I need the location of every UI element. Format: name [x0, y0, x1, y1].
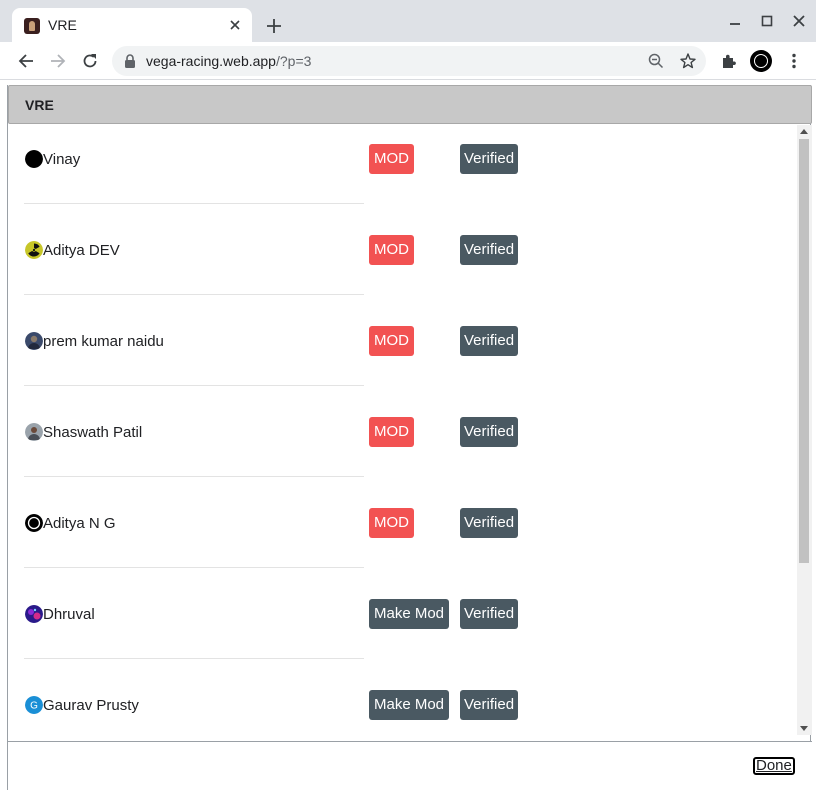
galaxy-avatar: [25, 605, 43, 623]
close-tab-icon[interactable]: [226, 16, 244, 34]
member-list[interactable]: Vinay MOD Verified Aditya DEV MOD Verifi…: [8, 125, 796, 743]
member-row: prem kumar naidu MOD Verified: [24, 307, 544, 398]
tab-strip: VRE: [0, 0, 816, 42]
row-divider: [24, 294, 364, 295]
black-circle-avatar: [25, 150, 43, 168]
extensions-puzzle-icon[interactable]: [719, 51, 739, 71]
verified-button[interactable]: Verified: [460, 144, 519, 174]
verified-button[interactable]: Verified: [460, 690, 519, 720]
member-name: Vinay: [43, 151, 81, 168]
site-favicon-icon: [24, 18, 40, 34]
url-path: /?p=3: [275, 53, 312, 69]
verified-button[interactable]: Verified: [460, 599, 519, 629]
letter-avatar: G: [25, 696, 43, 714]
list-scrollbar[interactable]: [797, 125, 812, 735]
verified-button[interactable]: Verified: [460, 326, 519, 356]
close-window-icon[interactable]: [790, 12, 808, 30]
member-name: prem kumar naidu: [43, 333, 164, 350]
members-dialog: VRE Vinay MOD Verified Aditya DEV MOD Ve…: [7, 85, 812, 790]
lock-icon[interactable]: [123, 53, 137, 69]
member-name: Gaurav Prusty: [43, 697, 139, 714]
tab-title: VRE: [48, 17, 77, 33]
row-divider: [24, 385, 364, 386]
member-name: Shaswath Patil: [43, 424, 143, 441]
mod-button[interactable]: MOD: [369, 417, 414, 447]
browser-toolbar: vega-racing.web.app/?p=3: [0, 42, 816, 80]
row-divider: [24, 567, 364, 568]
profile-avatar-icon[interactable]: [750, 50, 772, 72]
verified-button[interactable]: Verified: [460, 417, 519, 447]
photo-avatar: [25, 423, 43, 441]
verified-button[interactable]: Verified: [460, 508, 519, 538]
member-row: Vinay MOD Verified: [24, 125, 544, 216]
scroll-down-arrow-icon[interactable]: [800, 726, 808, 731]
avatar-letter: G: [30, 701, 38, 712]
photo-avatar: [25, 332, 43, 350]
more-menu-icon[interactable]: [784, 51, 804, 71]
new-tab-icon[interactable]: [264, 16, 284, 36]
url-text[interactable]: vega-racing.web.app/?p=3: [146, 53, 311, 69]
forward-arrow-icon[interactable]: [48, 51, 68, 71]
verified-button[interactable]: Verified: [460, 235, 519, 265]
bookmark-star-icon[interactable]: [679, 52, 697, 70]
reload-icon[interactable]: [80, 51, 100, 71]
member-row: Dhruval Make Mod Verified: [24, 580, 544, 671]
make-mod-button[interactable]: Make Mod: [369, 599, 450, 629]
maximize-icon[interactable]: [758, 12, 776, 30]
row-divider: [24, 203, 364, 204]
ring-avatar: [25, 514, 43, 532]
mod-button[interactable]: MOD: [369, 235, 414, 265]
member-name: Dhruval: [43, 606, 95, 623]
member-row: Shaswath Patil MOD Verified: [24, 398, 544, 489]
minimize-icon[interactable]: [726, 12, 744, 30]
row-divider: [24, 476, 364, 477]
dialog-header: VRE: [8, 85, 812, 124]
member-row: Aditya DEV MOD Verified: [24, 216, 544, 307]
mod-button[interactable]: MOD: [369, 144, 414, 174]
mod-button[interactable]: MOD: [369, 508, 414, 538]
member-name: Aditya N G: [43, 515, 116, 532]
url-host: vega-racing.web.app: [146, 53, 276, 69]
scrollbar-thumb[interactable]: [799, 139, 809, 563]
member-name: Aditya DEV: [43, 242, 120, 259]
page-content: VRE Vinay MOD Verified Aditya DEV MOD Ve…: [0, 81, 816, 794]
dialog-title: VRE: [25, 97, 54, 113]
address-bar[interactable]: vega-racing.web.app/?p=3: [112, 46, 706, 76]
make-mod-button[interactable]: Make Mod: [369, 690, 450, 720]
zoom-out-icon[interactable]: [647, 52, 665, 70]
member-row: Aditya N G MOD Verified: [24, 489, 544, 580]
dialog-footer: Done: [8, 741, 812, 790]
row-divider: [24, 658, 364, 659]
browser-tab[interactable]: VRE: [12, 8, 252, 42]
scroll-up-arrow-icon[interactable]: [800, 129, 808, 134]
mod-button[interactable]: MOD: [369, 326, 414, 356]
member-row: G Gaurav Prusty Make Mod Verified: [24, 671, 544, 743]
done-button[interactable]: Done: [753, 757, 795, 775]
back-arrow-icon[interactable]: [16, 51, 36, 71]
radiation-avatar: [25, 241, 43, 259]
